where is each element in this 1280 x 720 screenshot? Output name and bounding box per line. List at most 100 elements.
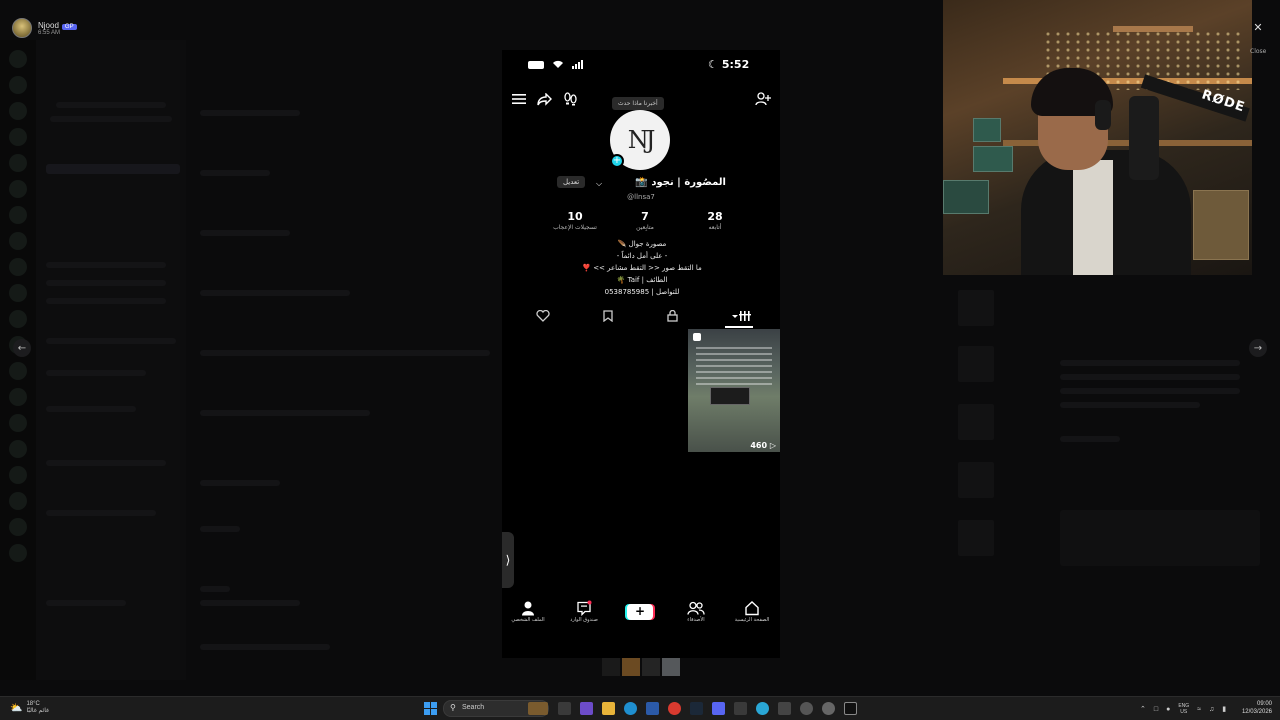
- nav-label: الأصدقاء: [687, 617, 705, 623]
- clock-time: 09:00: [1256, 701, 1272, 707]
- edge-icon[interactable]: [624, 702, 637, 715]
- task-view-icon[interactable]: [558, 702, 571, 715]
- videos-grid-icon[interactable]: [730, 308, 752, 324]
- search-placeholder: Search: [462, 704, 485, 711]
- profile-bio: مصورة جوال 🪶 - على أمل دائماً - ما التقط…: [542, 238, 742, 298]
- active-tab-indicator: [725, 326, 753, 328]
- nav-inbox[interactable]: صندوق الوارد: [560, 600, 608, 623]
- user-avatar: [12, 18, 32, 38]
- bio-line: للتواصل | 0538785985: [604, 288, 680, 296]
- moon-icon: ☾: [708, 58, 718, 71]
- close-icon[interactable]: ✕: [1252, 22, 1264, 34]
- battery-icon: [528, 60, 544, 69]
- menu-icon[interactable]: [510, 90, 528, 108]
- add-friend-icon[interactable]: [754, 90, 772, 108]
- previous-arrow-icon[interactable]: ←: [13, 339, 31, 357]
- battery-tray-icon[interactable]: ▮: [1222, 705, 1226, 713]
- profile-tabs: [502, 308, 780, 328]
- nav-label: الملف الشخصي: [511, 617, 545, 623]
- feedback-tooltip[interactable]: أخبرنا ماذا حدث: [612, 97, 664, 110]
- user-chip[interactable]: Njood GP 6:55 AM: [12, 18, 77, 38]
- bio-line: مصورة جوال 🪶: [617, 240, 667, 248]
- bottom-nav: الصفحة الرئيسية الأصدقاء + صندوق الوارد …: [502, 600, 780, 630]
- create-plus-icon: +: [627, 604, 653, 620]
- liked-heart-icon[interactable]: [534, 308, 552, 324]
- chrome-icon[interactable]: [668, 702, 681, 715]
- video-thumbnail[interactable]: 460 ▷: [688, 329, 780, 452]
- clock[interactable]: 09:00 12/03/2026: [1236, 700, 1272, 716]
- server-rail: [0, 40, 36, 680]
- chevron-down-icon[interactable]: ⌵: [596, 179, 602, 189]
- stat-following[interactable]: 28 أتابعه: [680, 210, 750, 231]
- steam-icon[interactable]: [690, 702, 703, 715]
- copilot-icon[interactable]: [580, 702, 593, 715]
- close-tooltip: Close: [1250, 48, 1267, 55]
- bookmark-icon[interactable]: [599, 308, 617, 324]
- screen: Njood GP 6:55 AM ← → ☾ 5:52 أخبرنا ماذا …: [0, 0, 1280, 720]
- search-highlight-icon[interactable]: [528, 702, 548, 715]
- user-name: Njood: [38, 20, 59, 30]
- windows-start-icon[interactable]: [424, 702, 437, 715]
- nav-friends[interactable]: الأصدقاء: [672, 600, 720, 623]
- discord-icon[interactable]: [712, 702, 725, 715]
- stat-value: 7: [641, 210, 649, 223]
- nav-label: صندوق الوارد: [570, 617, 598, 623]
- pin-icon: [693, 333, 701, 341]
- bio-line: ما التقط صور << التقط مشاعر >> ❣️: [582, 264, 702, 272]
- phone-screen: ☾ 5:52 أخبرنا ماذا حدث NJ + تعديل ⌵ المص: [502, 50, 780, 658]
- network-icon[interactable]: □: [1154, 706, 1158, 713]
- capcut-icon[interactable]: [844, 702, 857, 715]
- edit-profile-button[interactable]: تعديل: [557, 176, 586, 188]
- profile-name-row: تعديل ⌵ المصُورة | نجود 📸: [556, 176, 726, 192]
- nav-label: الصفحة الرئيسية: [734, 617, 770, 623]
- add-avatar-plus-icon[interactable]: +: [610, 154, 624, 168]
- stat-label: متابِعين: [636, 224, 654, 231]
- wifi-tray-icon[interactable]: ≈: [1197, 706, 1201, 713]
- lock-icon[interactable]: [663, 308, 681, 324]
- nav-profile[interactable]: الملف الشخصي: [504, 600, 552, 623]
- weather-widget[interactable]: ⛅ 18°C غائم غالبًا: [10, 701, 49, 715]
- bio-line: - على أمل دائماً -: [616, 252, 668, 260]
- avatar-monogram: NJ: [627, 126, 656, 154]
- status-time: 5:52: [721, 58, 750, 71]
- terminal-icon[interactable]: [734, 702, 747, 715]
- channel-panel: [36, 40, 186, 680]
- play-icon: ▷: [769, 441, 776, 450]
- status-bar: ☾ 5:52: [502, 58, 780, 74]
- stat-label: أتابعه: [708, 224, 722, 231]
- stat-label: تسجيلات الإعجاب: [553, 224, 597, 231]
- lang-line-2: US: [1180, 709, 1188, 715]
- profile-stats: 28 أتابعه 7 متابِعين 10 تسجيلات الإعجاب: [540, 210, 750, 236]
- language-indicator[interactable]: ENG US: [1178, 703, 1189, 715]
- bio-line: الطائف | Taif 🌴: [616, 276, 668, 284]
- chevron-up-icon[interactable]: ⌃: [1140, 705, 1146, 713]
- user-time: 6:55 AM: [38, 29, 61, 36]
- volume-icon[interactable]: ♫: [1209, 706, 1214, 713]
- mic-icon[interactable]: ●: [1166, 706, 1170, 713]
- signal-icon: [572, 60, 583, 69]
- wifi-icon: [553, 60, 563, 68]
- thumbnail-strip[interactable]: [602, 658, 682, 676]
- nav-home[interactable]: الصفحة الرئيسية: [728, 600, 776, 623]
- file-explorer-icon[interactable]: [602, 702, 615, 715]
- app-icon[interactable]: [778, 702, 791, 715]
- footprints-icon[interactable]: [561, 90, 579, 108]
- share-icon[interactable]: [535, 90, 553, 108]
- next-arrow-icon[interactable]: →: [1249, 339, 1267, 357]
- nav-create[interactable]: +: [616, 600, 664, 620]
- browser-icon[interactable]: [756, 702, 769, 715]
- settings-gear-icon[interactable]: [800, 702, 813, 715]
- thumbnail-inset: [710, 387, 750, 405]
- store-icon[interactable]: [646, 702, 659, 715]
- stat-followers[interactable]: 7 متابِعين: [610, 210, 680, 231]
- stat-likes[interactable]: 10 تسجيلات الإعجاب: [540, 210, 610, 231]
- collapse-handle-icon[interactable]: ⟩: [502, 532, 514, 588]
- stat-value: 10: [567, 210, 583, 223]
- user-name-row: Njood GP: [38, 21, 77, 30]
- search-icon: ⚲: [450, 703, 456, 712]
- message-area: [190, 40, 500, 680]
- cloud-sun-icon: ⛅: [10, 702, 23, 714]
- obs-icon[interactable]: [822, 702, 835, 715]
- weather-temp: 18°C: [26, 701, 40, 707]
- user-badge: GP: [61, 23, 77, 30]
